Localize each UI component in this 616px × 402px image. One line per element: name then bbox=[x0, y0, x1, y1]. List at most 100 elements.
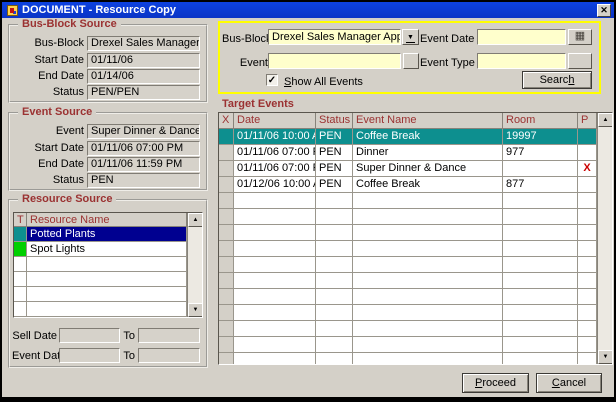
table-row[interactable]: 01/11/06 10:00 AMPENCoffee Break19997 bbox=[219, 129, 612, 145]
table-cell[interactable] bbox=[219, 337, 234, 353]
table-cell[interactable]: 01/11/06 10:00 AM bbox=[234, 129, 316, 145]
start-date-field[interactable]: 01/11/06 07:00 PM bbox=[87, 141, 200, 156]
event-input[interactable] bbox=[268, 53, 401, 69]
table-cell[interactable] bbox=[234, 257, 316, 273]
event-type-input[interactable] bbox=[477, 53, 566, 69]
table-row[interactable] bbox=[219, 225, 612, 241]
table-cell[interactable] bbox=[503, 241, 578, 257]
table-cell[interactable] bbox=[578, 225, 597, 241]
table-row[interactable] bbox=[14, 287, 202, 302]
indicator-cell[interactable] bbox=[14, 242, 27, 257]
show-all-events-checkbox[interactable]: ✓ bbox=[266, 74, 278, 86]
table-cell[interactable] bbox=[234, 241, 316, 257]
table-row[interactable] bbox=[219, 289, 612, 305]
table-row[interactable] bbox=[14, 257, 202, 272]
table-cell[interactable] bbox=[578, 129, 597, 145]
event-date-from-field[interactable] bbox=[59, 348, 120, 363]
title-bar[interactable]: DOCUMENT - Resource Copy ✕ bbox=[2, 2, 614, 18]
table-cell[interactable] bbox=[219, 129, 234, 145]
table-cell[interactable] bbox=[316, 321, 353, 337]
table-cell[interactable]: 01/11/06 07:00 PM bbox=[234, 145, 316, 161]
cancel-button[interactable]: Cancel bbox=[536, 373, 602, 393]
table-cell[interactable] bbox=[503, 209, 578, 225]
table-cell[interactable] bbox=[503, 193, 578, 209]
table-cell[interactable]: PEN bbox=[316, 177, 353, 193]
event-field[interactable]: Super Dinner & Dance bbox=[87, 124, 200, 139]
table-row[interactable] bbox=[219, 305, 612, 321]
dropdown-icon[interactable]: ▼ bbox=[402, 29, 419, 45]
table-cell[interactable]: 19997 bbox=[503, 129, 578, 145]
table-row[interactable]: 01/11/06 07:00 PMPENDinner977 bbox=[219, 145, 612, 161]
table-row[interactable]: Spot Lights bbox=[14, 242, 202, 257]
table-cell[interactable] bbox=[353, 353, 503, 365]
table-cell[interactable] bbox=[219, 257, 234, 273]
table-row[interactable] bbox=[219, 193, 612, 209]
table-cell[interactable] bbox=[503, 225, 578, 241]
table-cell[interactable]: Coffee Break bbox=[353, 177, 503, 193]
end-date-field[interactable]: 01/14/06 bbox=[87, 69, 200, 84]
table-cell[interactable] bbox=[578, 193, 597, 209]
event-date-to-field[interactable] bbox=[138, 348, 200, 363]
table-cell[interactable]: X bbox=[578, 161, 597, 177]
table-cell[interactable] bbox=[578, 273, 597, 289]
table-cell[interactable] bbox=[219, 305, 234, 321]
status-field[interactable]: PEN/PEN bbox=[87, 85, 200, 100]
table-cell[interactable] bbox=[503, 305, 578, 321]
target-events-scrollbar[interactable]: ▲ ▼ bbox=[597, 113, 612, 364]
table-cell[interactable] bbox=[219, 321, 234, 337]
lov-button[interactable] bbox=[403, 53, 419, 69]
table-cell[interactable] bbox=[353, 305, 503, 321]
table-row[interactable] bbox=[219, 273, 612, 289]
indicator-cell[interactable] bbox=[14, 227, 27, 242]
resource-name-cell[interactable] bbox=[27, 257, 187, 272]
table-cell[interactable]: Super Dinner & Dance bbox=[353, 161, 503, 177]
table-cell[interactable] bbox=[219, 145, 234, 161]
scroll-up-icon[interactable]: ▲ bbox=[598, 113, 613, 127]
bus-block-field[interactable]: Drexel Sales Manager Appr bbox=[87, 36, 200, 51]
table-row[interactable]: Potted Plants bbox=[14, 227, 202, 242]
table-cell[interactable] bbox=[578, 353, 597, 365]
resource-name-cell[interactable] bbox=[27, 287, 187, 302]
sell-date-from-field[interactable] bbox=[59, 328, 120, 343]
table-cell[interactable] bbox=[353, 289, 503, 305]
table-cell[interactable]: PEN bbox=[316, 161, 353, 177]
table-cell[interactable] bbox=[578, 337, 597, 353]
table-cell[interactable] bbox=[353, 241, 503, 257]
table-row[interactable] bbox=[219, 241, 612, 257]
event-date-input[interactable] bbox=[477, 29, 566, 45]
status-field[interactable]: PEN bbox=[87, 173, 200, 188]
table-cell[interactable] bbox=[503, 273, 578, 289]
table-cell[interactable]: 877 bbox=[503, 177, 578, 193]
table-row[interactable]: 01/12/06 10:00 AMPENCoffee Break877 bbox=[219, 177, 612, 193]
table-cell[interactable] bbox=[316, 193, 353, 209]
table-cell[interactable] bbox=[503, 161, 578, 177]
table-cell[interactable] bbox=[234, 321, 316, 337]
column-header-p[interactable]: P bbox=[578, 113, 597, 129]
table-cell[interactable] bbox=[316, 209, 353, 225]
table-cell[interactable] bbox=[234, 273, 316, 289]
start-date-field[interactable]: 01/11/06 bbox=[87, 53, 200, 68]
table-cell[interactable] bbox=[316, 225, 353, 241]
table-cell[interactable] bbox=[353, 209, 503, 225]
resource-name-cell[interactable]: Potted Plants bbox=[27, 227, 187, 242]
table-cell[interactable]: Dinner bbox=[353, 145, 503, 161]
table-cell[interactable] bbox=[219, 353, 234, 365]
table-row[interactable] bbox=[219, 209, 612, 225]
column-header-x[interactable]: X bbox=[219, 113, 234, 129]
resource-scrollbar[interactable]: ▲ ▼ bbox=[187, 213, 202, 317]
table-cell[interactable] bbox=[578, 321, 597, 337]
table-cell[interactable] bbox=[219, 289, 234, 305]
table-cell[interactable] bbox=[578, 241, 597, 257]
table-cell[interactable]: 01/12/06 10:00 AM bbox=[234, 177, 316, 193]
bus-block-combo[interactable]: Drexel Sales Manager Appreciati bbox=[268, 29, 401, 45]
table-cell[interactable] bbox=[219, 241, 234, 257]
resource-name-cell[interactable] bbox=[27, 302, 187, 317]
table-cell[interactable] bbox=[316, 241, 353, 257]
table-row[interactable] bbox=[219, 321, 612, 337]
table-cell[interactable] bbox=[353, 337, 503, 353]
table-cell[interactable] bbox=[578, 257, 597, 273]
table-cell[interactable] bbox=[353, 225, 503, 241]
table-row[interactable]: 01/11/06 07:00 PMPENSuper Dinner & Dance… bbox=[219, 161, 612, 177]
table-cell[interactable] bbox=[316, 289, 353, 305]
column-header-status[interactable]: Status bbox=[316, 113, 353, 129]
